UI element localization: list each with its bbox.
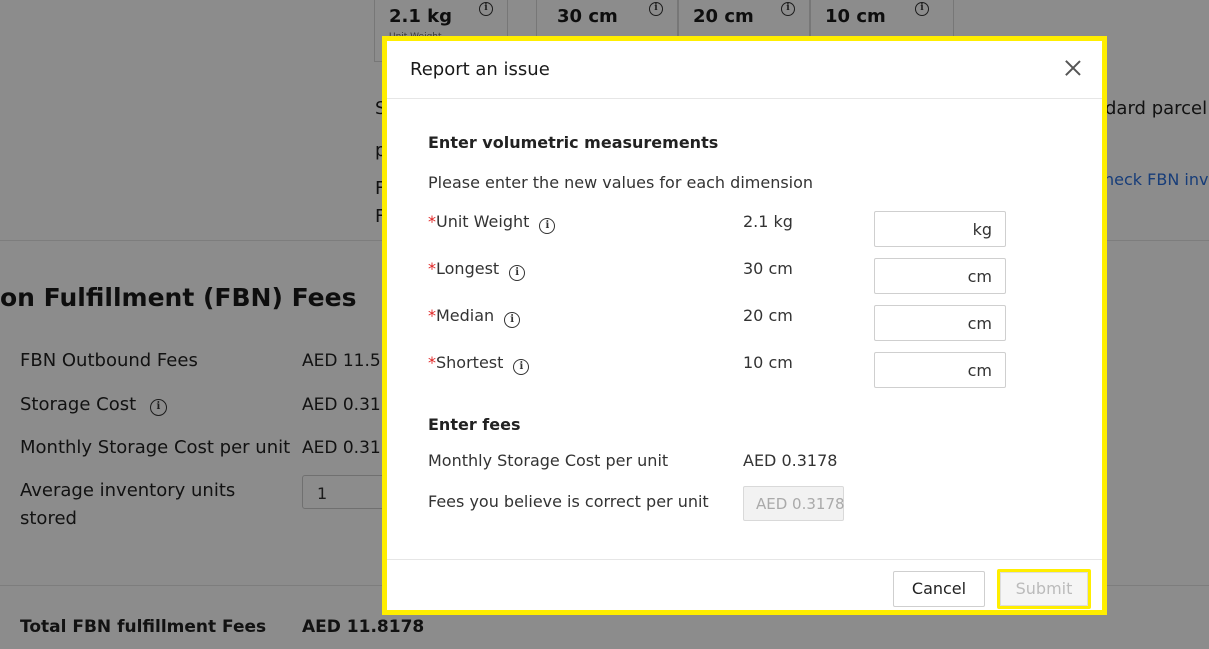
modal-header: Report an issue bbox=[387, 41, 1102, 99]
volumetric-heading: Enter volumetric measurements bbox=[428, 133, 719, 152]
label-text: Shortest bbox=[436, 353, 504, 372]
required-mark: * bbox=[428, 353, 436, 372]
submit-label: Submit bbox=[1000, 572, 1088, 606]
unit-suffix: cm bbox=[967, 267, 992, 286]
unit-suffix: cm bbox=[967, 314, 992, 333]
info-icon[interactable]: i bbox=[504, 312, 521, 328]
current-value: 20 cm bbox=[743, 306, 793, 325]
close-icon[interactable] bbox=[1062, 57, 1084, 79]
correct-fee-label: Fees you believe is correct per unit bbox=[428, 492, 709, 511]
label-text: Unit Weight bbox=[436, 212, 530, 231]
unit-suffix: kg bbox=[972, 220, 992, 239]
shortest-label: *Shortest i bbox=[428, 353, 530, 375]
submit-button[interactable]: Submit bbox=[997, 569, 1091, 609]
info-icon[interactable]: i bbox=[509, 265, 526, 281]
longest-label: *Longest i bbox=[428, 259, 526, 281]
cancel-button[interactable]: Cancel bbox=[893, 571, 985, 607]
longest-input[interactable]: cm bbox=[874, 258, 1006, 294]
report-issue-modal: Report an issue Enter volumetric measure… bbox=[382, 36, 1107, 615]
unit-weight-input[interactable]: kg bbox=[874, 211, 1006, 247]
info-icon[interactable]: i bbox=[513, 359, 530, 375]
current-value: 2.1 kg bbox=[743, 212, 793, 231]
modal-title: Report an issue bbox=[410, 59, 550, 80]
shortest-input[interactable]: cm bbox=[874, 352, 1006, 388]
median-label: *Median i bbox=[428, 306, 521, 328]
current-value: 30 cm bbox=[743, 259, 793, 278]
monthly-storage-value: AED 0.3178 bbox=[743, 451, 838, 470]
modal-footer: Cancel Submit bbox=[387, 559, 1102, 615]
median-input[interactable]: cm bbox=[874, 305, 1006, 341]
label-text: Median bbox=[436, 306, 495, 325]
required-mark: * bbox=[428, 212, 436, 231]
correct-fee-input[interactable]: AED 0.3178 bbox=[743, 486, 845, 521]
unit-weight-label: *Unit Weight i bbox=[428, 212, 556, 234]
helper-text: Please enter the new values for each dim… bbox=[428, 173, 814, 192]
label-text: Longest bbox=[436, 259, 500, 278]
current-value: 10 cm bbox=[743, 353, 793, 372]
required-mark: * bbox=[428, 259, 436, 278]
fees-heading: Enter fees bbox=[428, 415, 521, 434]
unit-suffix: cm bbox=[967, 361, 992, 380]
required-mark: * bbox=[428, 306, 436, 325]
info-icon[interactable]: i bbox=[539, 218, 556, 234]
monthly-storage-label: Monthly Storage Cost per unit bbox=[428, 451, 669, 470]
